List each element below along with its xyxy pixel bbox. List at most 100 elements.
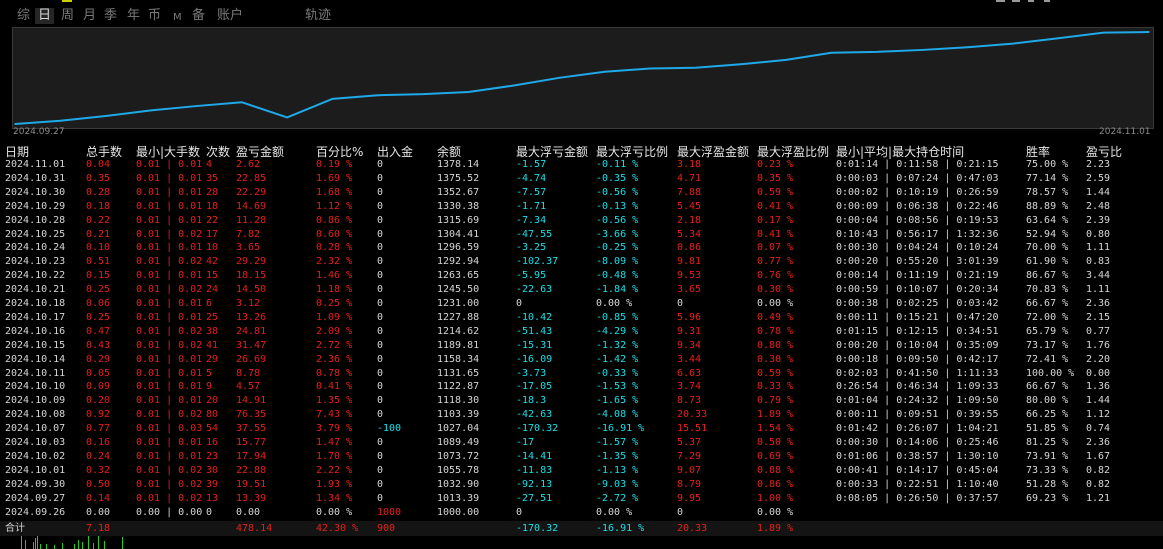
tab-7[interactable]: M bbox=[173, 10, 182, 26]
cell-8: -102.37 bbox=[516, 256, 559, 268]
table-row[interactable]: 2024.10.01 0.32 0.01 | 0.02 30 22.88 2.22 % 0 1… bbox=[0, 464, 1163, 478]
table-row[interactable]: 2024.10.18 0.06 0.01 | 0.01 6 3.12 0.25 % 0 123… bbox=[0, 297, 1163, 311]
cell-8: -27.51 bbox=[516, 492, 553, 504]
cell-6: 0 bbox=[377, 367, 384, 379]
table-row[interactable]: 2024.10.30 0.28 0.01 | 0.01 28 22.29 1.68 % 0 1… bbox=[0, 186, 1163, 200]
cell-12: 0:00:30 | 0:04:24 | 0:10:24 bbox=[836, 242, 999, 254]
cell-7: 1214.62 bbox=[437, 325, 480, 337]
mini-bar bbox=[35, 538, 36, 549]
tab-6[interactable]: 币 bbox=[148, 8, 161, 24]
cell-2: 0.01 | 0.02 bbox=[136, 464, 203, 476]
table-row[interactable]: 2024.10.02 0.24 0.01 | 0.01 23 17.94 1.70 % 0 1… bbox=[0, 450, 1163, 464]
table-row[interactable]: 2024.10.21 0.25 0.01 | 0.02 24 14.50 1.18 % 0 1… bbox=[0, 283, 1163, 297]
cell-10: 0 bbox=[677, 506, 684, 518]
table-row[interactable]: 2024.10.29 0.18 0.01 | 0.01 18 14.69 1.12 % 0 1… bbox=[0, 200, 1163, 214]
tab-9[interactable]: 账户 bbox=[217, 8, 243, 24]
cell-14: 1.12 bbox=[1086, 409, 1111, 421]
cell-10: 5.34 bbox=[677, 228, 702, 240]
cell-0: 2024.10.11 bbox=[5, 367, 66, 379]
table-row[interactable]: 2024.09.30 0.50 0.01 | 0.02 39 19.51 1.93 % 0 1… bbox=[0, 478, 1163, 492]
cell-7: 1263.65 bbox=[437, 270, 480, 282]
table-row[interactable]: 2024.11.01 0.04 0.01 | 0.01 4 2.62 0.19 % 0 137… bbox=[0, 158, 1163, 172]
table-row[interactable]: 2024.10.22 0.15 0.01 | 0.01 15 18.15 1.46 % 0 1… bbox=[0, 269, 1163, 283]
cell-2: 0.01 | 0.01 bbox=[136, 298, 203, 309]
table-row[interactable]: 2024.10.15 0.43 0.01 | 0.02 41 31.47 2.72 % 0 1… bbox=[0, 339, 1163, 353]
table-row[interactable]: 2024.10.07 0.77 0.01 | 0.03 54 37.55 3.79 % -1… bbox=[0, 422, 1163, 436]
table-row[interactable]: 2024.10.23 0.51 0.01 | 0.02 42 29.29 2.32 % 0 1… bbox=[0, 255, 1163, 269]
table-row[interactable]: 2024.10.11 0.05 0.01 | 0.01 5 8.78 0.78 % 0 113… bbox=[0, 367, 1163, 381]
cell-9: -1.84 % bbox=[596, 284, 639, 296]
cell-9: -1.42 % bbox=[596, 353, 639, 365]
cell-3: 24 bbox=[206, 284, 219, 296]
cell-12: 0:26:54 | 0:46:34 | 1:09:33 bbox=[836, 381, 999, 393]
table-row[interactable]: 2024.10.25 0.21 0.01 | 0.02 17 7.82 0.60 % 0 13… bbox=[0, 228, 1163, 242]
cell-1: 0.25 bbox=[86, 311, 111, 323]
cell-9: -3.66 % bbox=[596, 228, 639, 240]
tab-0[interactable]: 综 bbox=[17, 8, 30, 24]
table-row[interactable]: 2024.10.09 0.20 0.01 | 0.01 20 14.91 1.35 % 0 1… bbox=[0, 394, 1163, 408]
cell-3: 0 bbox=[206, 506, 213, 518]
mini-bar bbox=[122, 537, 123, 549]
cell-1: 0.04 bbox=[86, 159, 111, 170]
cell-10: 9.53 bbox=[677, 270, 702, 282]
table-row[interactable]: 2024.10.10 0.09 0.01 | 0.01 9 4.57 0.41 % 0 112… bbox=[0, 380, 1163, 394]
tab-2[interactable]: 周 bbox=[61, 8, 74, 24]
mini-bar bbox=[82, 542, 83, 549]
cell-12: 0:00:03 | 0:07:24 | 0:47:03 bbox=[836, 172, 999, 184]
cell-13: 78.57 % bbox=[1026, 186, 1069, 198]
table-row[interactable]: 2024.10.31 0.35 0.01 | 0.01 35 22.85 1.69 % 0 1… bbox=[0, 172, 1163, 186]
cell-9: -0.48 % bbox=[596, 270, 639, 282]
cell-12: 0:00:20 | 0:10:04 | 0:35:09 bbox=[836, 339, 999, 351]
cell-10: 4.71 bbox=[677, 172, 702, 184]
cell-9: -1.57 % bbox=[596, 437, 639, 448]
table-row[interactable]: 2024.10.17 0.25 0.01 | 0.01 25 13.26 1.09 % 0 1… bbox=[0, 311, 1163, 325]
cell-0: 2024.09.26 bbox=[5, 506, 66, 518]
cell-2: 0.01 | 0.01 bbox=[136, 270, 203, 282]
cell-6: 0 bbox=[377, 284, 384, 296]
cell-6: 0 bbox=[377, 437, 384, 448]
table-row[interactable]: 2024.09.27 0.14 0.01 | 0.02 13 13.39 1.34 % 0 1… bbox=[0, 492, 1163, 506]
cell-13: 66.25 % bbox=[1026, 409, 1069, 421]
table-row[interactable]: 2024.10.03 0.16 0.01 | 0.01 16 15.77 1.47 % 0 1… bbox=[0, 436, 1163, 450]
cell-12: 0:00:33 | 0:22:51 | 1:10:40 bbox=[836, 478, 999, 490]
tab-1[interactable]: 日 bbox=[35, 8, 55, 24]
equity-point-15 bbox=[694, 66, 697, 69]
tab-4[interactable]: 季 bbox=[104, 8, 117, 24]
cell-12: 0:00:30 | 0:14:06 | 0:25:46 bbox=[836, 437, 999, 448]
cell-6: 0 bbox=[377, 172, 384, 184]
cell-11: 0.86 % bbox=[757, 478, 794, 490]
tab-8[interactable]: 备 bbox=[192, 8, 205, 24]
cell-12: 0:00:11 | 0:15:21 | 0:47:20 bbox=[836, 311, 999, 323]
cell-2: 0.01 | 0.02 bbox=[136, 492, 203, 504]
tab-10[interactable]: 轨迹 bbox=[305, 8, 331, 24]
cell-12: 0:00:14 | 0:11:19 | 0:21:19 bbox=[836, 270, 999, 282]
cell-3: 41 bbox=[206, 339, 219, 351]
tab-3[interactable]: 月 bbox=[83, 8, 96, 24]
cell-3: 25 bbox=[206, 311, 219, 323]
cell-2: 0.01 | 0.03 bbox=[136, 423, 203, 435]
cell-13: 73.91 % bbox=[1026, 450, 1069, 462]
equity-curve-chart bbox=[12, 27, 1154, 129]
cell-14: 1.11 bbox=[1086, 242, 1111, 254]
cell-13: 61.90 % bbox=[1026, 256, 1069, 268]
cell-2: 0.01 | 0.02 bbox=[136, 409, 203, 421]
cell-2: 0.01 | 0.02 bbox=[136, 339, 203, 351]
table-row[interactable]: 2024.10.14 0.29 0.01 | 0.01 29 26.69 2.36 % 0 1… bbox=[0, 353, 1163, 367]
cell-4: 14.50 bbox=[236, 284, 267, 296]
table-row[interactable]: 2024.10.28 0.22 0.01 | 0.01 22 11.28 0.86 % 0 1… bbox=[0, 214, 1163, 228]
mini-bar bbox=[78, 540, 79, 549]
cell-5: 1.69 % bbox=[316, 172, 353, 184]
cell-9: -0.56 % bbox=[596, 214, 639, 226]
cell-3: 35 bbox=[206, 172, 219, 184]
table-row[interactable]: 2024.09.26 0.00 0.00 | 0.00 0 0.00 0.00 % 1000… bbox=[0, 506, 1163, 520]
tab-5[interactable]: 年 bbox=[127, 8, 140, 24]
cell-11: 0.50 % bbox=[757, 437, 794, 448]
cell-12: 0:00:04 | 0:08:56 | 0:19:53 bbox=[836, 214, 999, 226]
table-row[interactable]: 2024.10.08 0.92 0.01 | 0.02 80 76.35 7.43 % 0 1… bbox=[0, 408, 1163, 422]
cell-8: -7.57 bbox=[516, 186, 547, 198]
cell-7: 1027.04 bbox=[437, 423, 480, 435]
cell-8: -1.71 bbox=[516, 200, 547, 212]
table-row[interactable]: 2024.10.24 0.10 0.01 | 0.01 10 3.65 0.28 % 0 12… bbox=[0, 241, 1163, 255]
cell-8: -17 bbox=[516, 437, 535, 448]
table-row[interactable]: 2024.10.16 0.47 0.01 | 0.02 38 24.81 2.09 % 0 1… bbox=[0, 325, 1163, 339]
